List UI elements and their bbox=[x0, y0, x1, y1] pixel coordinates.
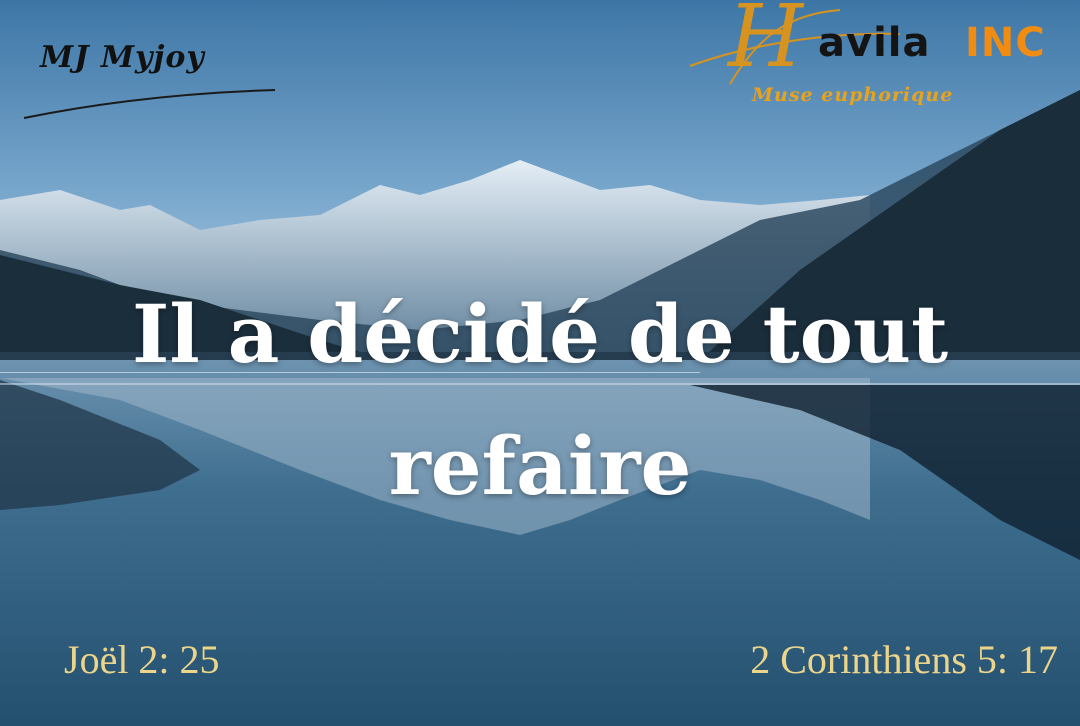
verse-title: Il a décidé de tout refaire bbox=[90, 268, 990, 532]
verse-title-line-2: refaire bbox=[388, 419, 692, 513]
brand-initial: H bbox=[728, 0, 803, 87]
reference-right: 2 Corinthiens 5: 17 bbox=[750, 637, 1058, 682]
author-signature: MJ Myjoy bbox=[40, 40, 205, 75]
brand-logo: H avila INC Muse euphorique bbox=[690, 0, 1070, 114]
verse-title-line-1: Il a décidé de tout bbox=[131, 287, 949, 381]
reference-left: Joël 2: 25 bbox=[64, 637, 220, 682]
signature-underline-icon bbox=[23, 89, 276, 119]
poster: MJ Myjoy H avila INC Muse euphorique Il … bbox=[0, 0, 1080, 726]
brand-suffix: INC bbox=[965, 20, 1046, 66]
brand-tagline: Muse euphorique bbox=[752, 84, 954, 106]
brand-name: avila bbox=[818, 20, 931, 66]
